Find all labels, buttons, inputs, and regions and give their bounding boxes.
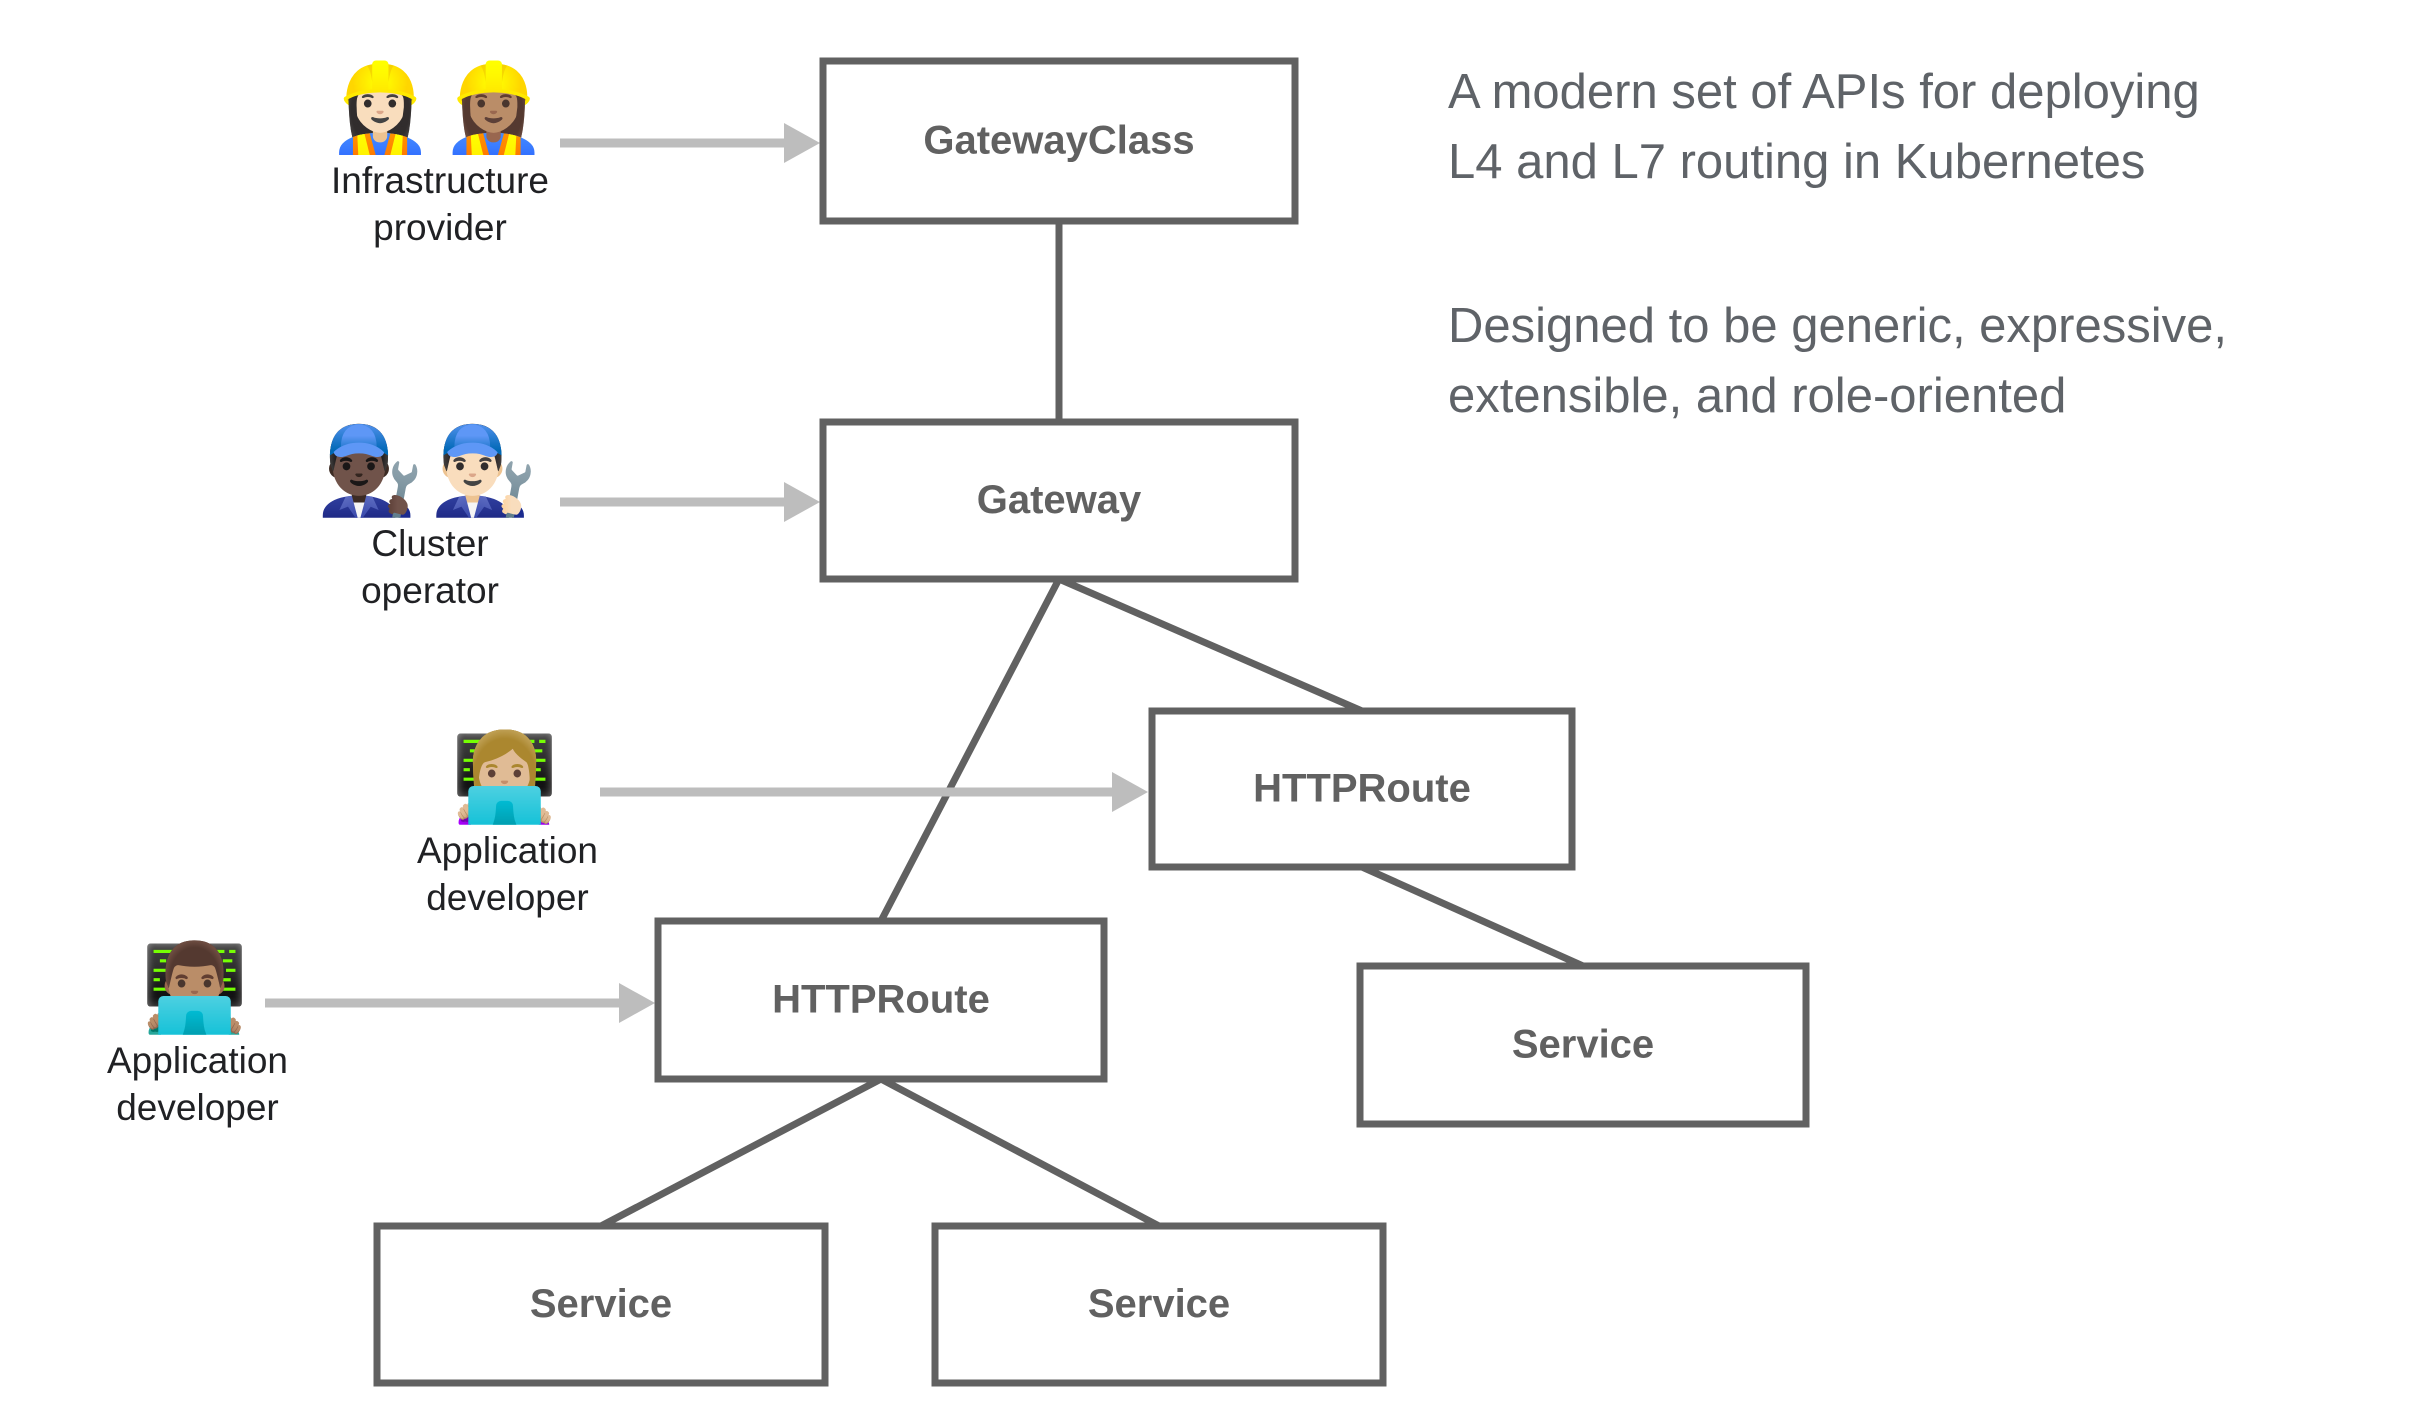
actor-label-application-developer-upper: Application developer: [416, 830, 598, 919]
woman-construction-worker-emoji: 👷🏻‍♀️👷🏽‍♀️: [326, 58, 554, 158]
node-httproute-top[interactable]: HTTPRoute: [1148, 707, 1576, 871]
node-label-service-bottom-left: Service: [530, 1282, 672, 1326]
actor-label-cluster-operator: Cluster operator: [361, 523, 499, 612]
woman-technologist-emoji: 👩🏼‍💻: [450, 728, 565, 828]
actor-arrow-head-application-developer-upper: [1112, 772, 1148, 812]
connector-httproute-bottom-to-service-bottom-right: [879, 1075, 1161, 1230]
actor-label-infrastructure-provider: Infrastructure provider: [331, 160, 549, 249]
node-service-bottom-left[interactable]: Service: [373, 1222, 829, 1387]
actor-application-developer-lower: 👨🏽‍💻 Application developer: [95, 945, 300, 1132]
actor-infrastructure-provider: 👷🏻‍♀️👷🏽‍♀️ Infrastructure provider: [295, 65, 585, 252]
node-gateway[interactable]: Gateway: [819, 418, 1299, 583]
connector-gateway-to-httproute-top: [1057, 575, 1364, 715]
actor-cluster-operator: 👨🏿‍🔧👨🏻‍🔧 Cluster operator: [285, 428, 575, 615]
actor-arrow-head-infrastructure-provider: [784, 123, 820, 163]
node-service-right[interactable]: Service: [1356, 962, 1810, 1128]
actor-arrow-head-cluster-operator: [784, 482, 820, 522]
node-label-gatewayclass: GatewayClass: [923, 119, 1194, 163]
actor-arrow-head-application-developer-lower: [619, 983, 655, 1023]
node-gatewayclass[interactable]: GatewayClass: [819, 57, 1299, 225]
node-httproute-bottom[interactable]: HTTPRoute: [654, 917, 1108, 1083]
gateway-api-diagram: GatewayClass Gateway HTTPRoute HTTPRoute Ser…: [0, 0, 2414, 1418]
connector-httproute-bottom-to-service-bottom-left: [599, 1075, 883, 1230]
mechanic-emoji: 👨🏿‍🔧👨🏻‍🔧: [316, 421, 544, 521]
actor-application-developer-upper: 👩🏼‍💻 Application developer: [405, 735, 610, 922]
description-paragraph-1: A modern set of APIs for deploying L4 an…: [1448, 65, 2200, 189]
node-label-httproute-bottom: HTTPRoute: [772, 978, 990, 1022]
connector-gateway-to-httproute-bottom: [877, 577, 1063, 923]
actor-label-application-developer-lower: Application developer: [106, 1040, 288, 1129]
node-label-gateway: Gateway: [977, 478, 1142, 522]
node-service-bottom-right[interactable]: Service: [931, 1222, 1387, 1387]
man-technologist-emoji: 👨🏽‍💻: [140, 938, 255, 1038]
resource-boxes-group: GatewayClass Gateway HTTPRoute HTTPRoute Ser…: [373, 57, 1810, 1387]
connector-httproute-top-to-service-right: [1360, 863, 1585, 970]
node-label-service-bottom-right: Service: [1088, 1282, 1230, 1326]
node-label-service-right: Service: [1512, 1023, 1654, 1067]
description-paragraph-2: Designed to be generic, expressive, exte…: [1448, 299, 2227, 423]
node-label-httproute-top: HTTPRoute: [1253, 767, 1471, 811]
